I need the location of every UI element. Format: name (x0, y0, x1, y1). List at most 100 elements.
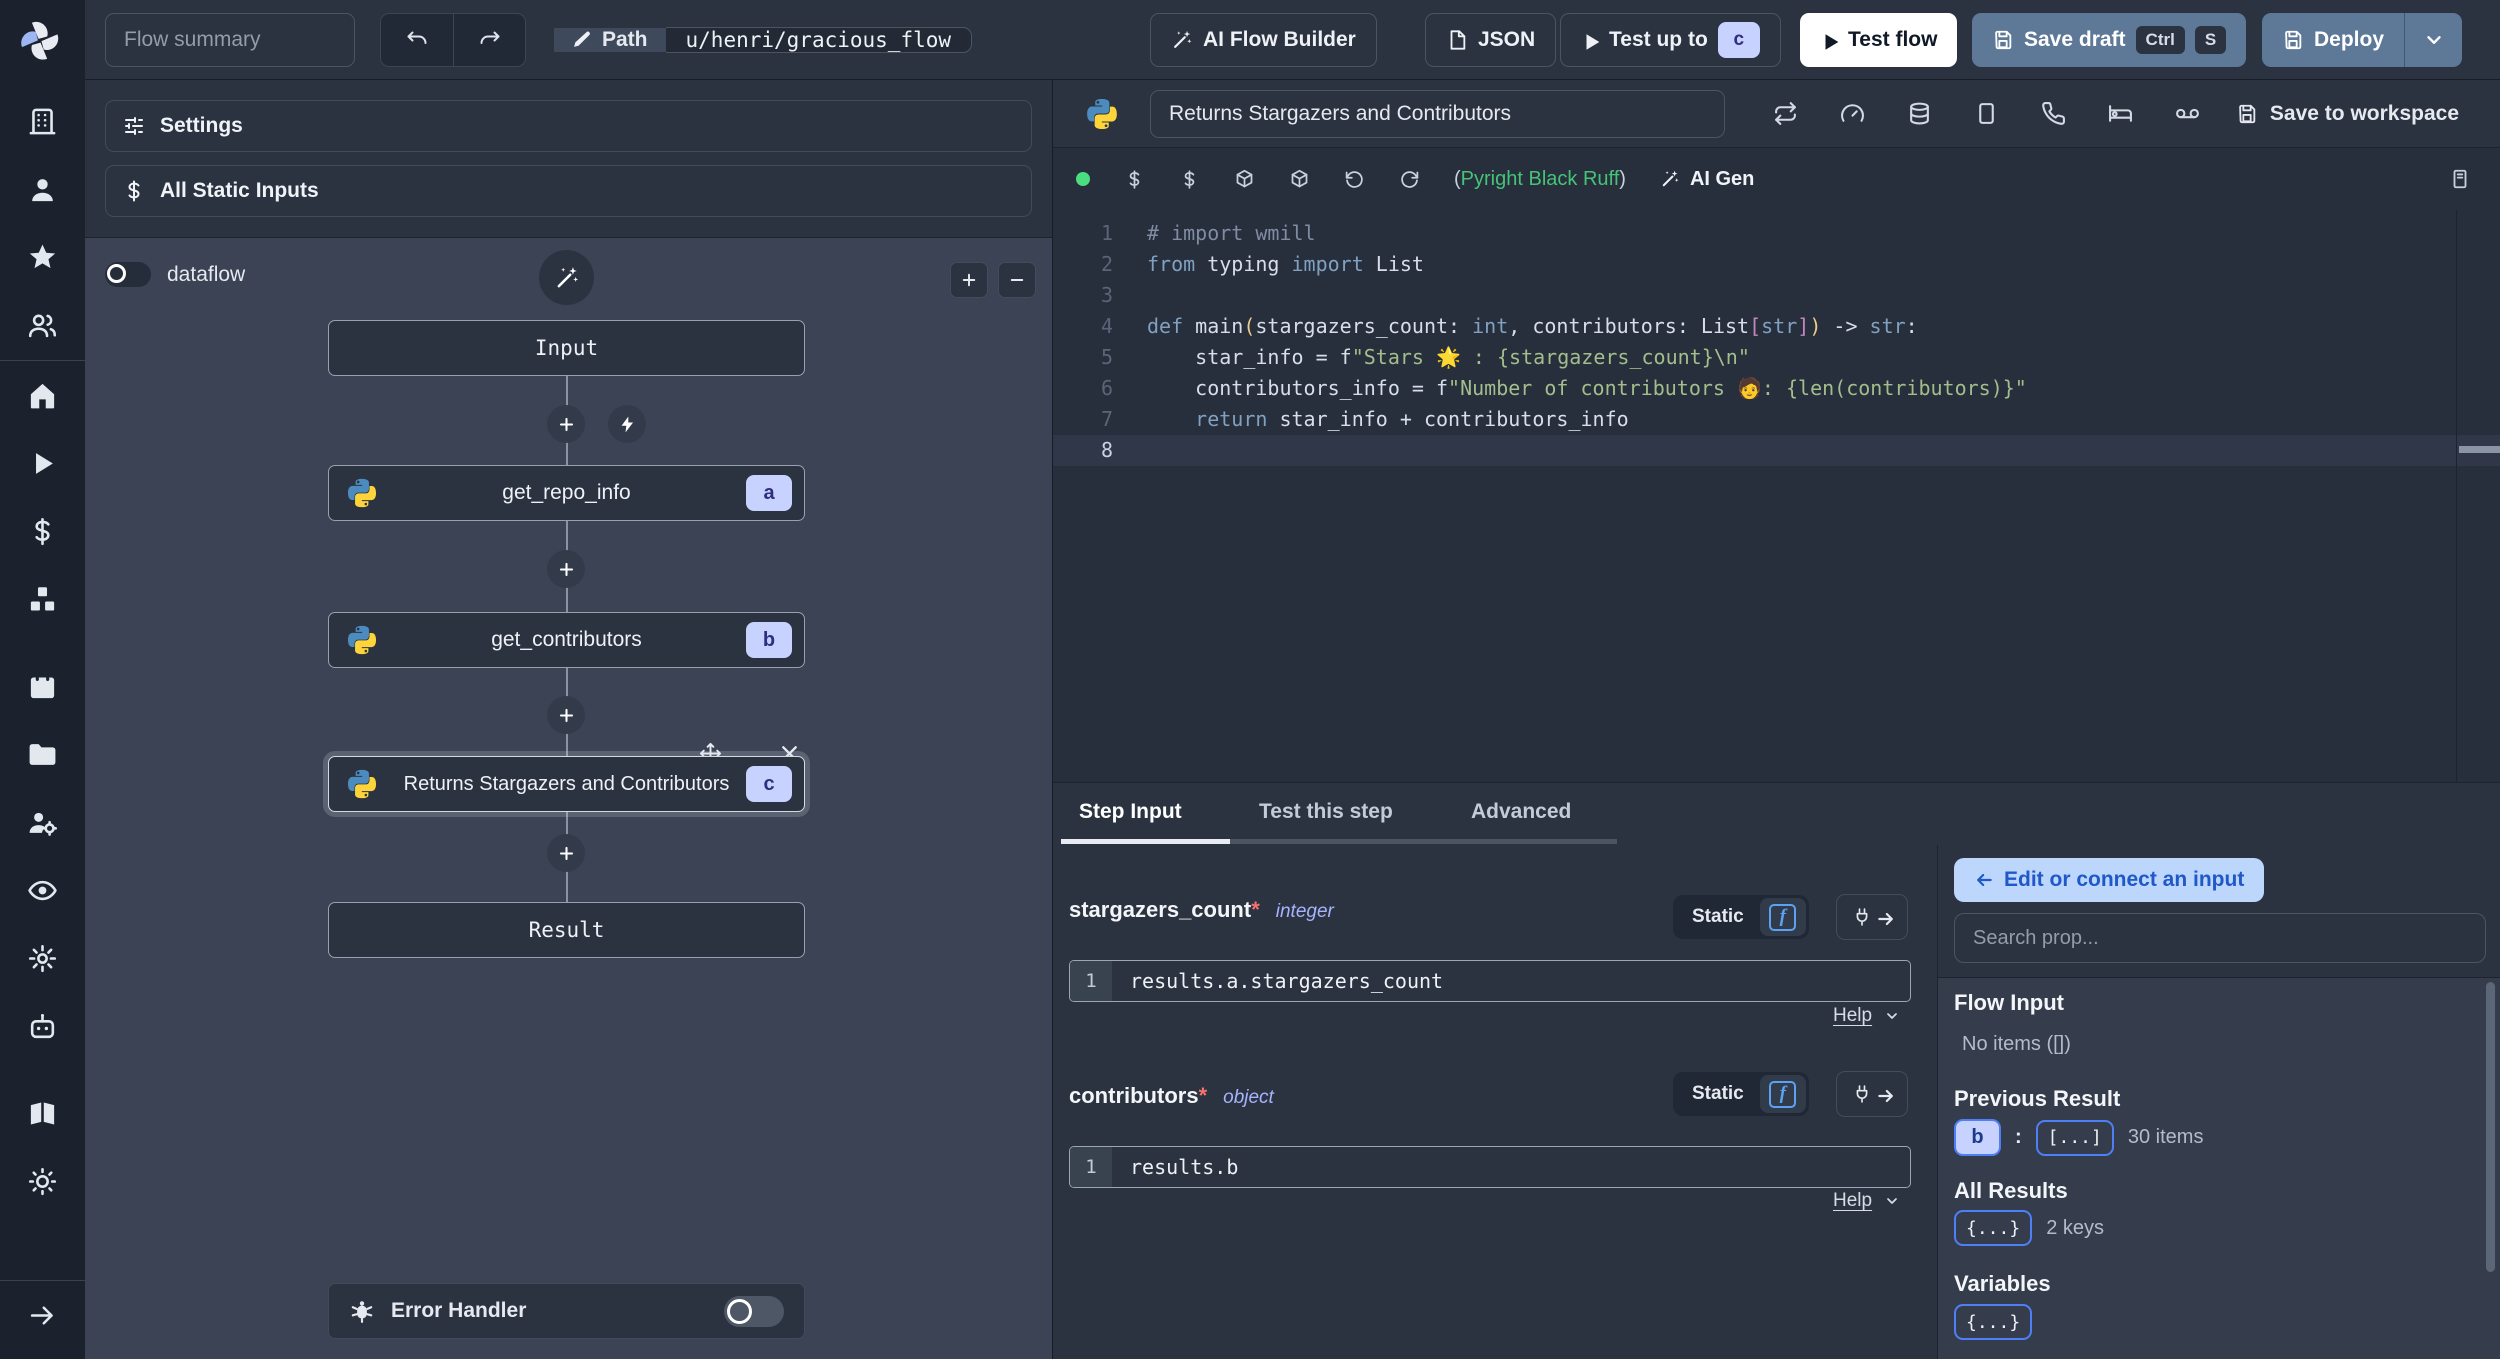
book-icon[interactable] (27, 1098, 58, 1129)
path-value[interactable]: u/henri/gracious_flow (665, 27, 973, 53)
test-up-to-button[interactable]: Test up to c (1560, 13, 1781, 67)
ai-gen-button[interactable]: AI Gen (1660, 168, 1754, 191)
gear-icon[interactable] (27, 943, 58, 974)
add-step-button[interactable] (547, 696, 585, 734)
node-step-b[interactable]: get_contributors b (328, 612, 805, 668)
tab-step-input[interactable]: Step Input (1079, 783, 1182, 841)
code-line[interactable]: 7 return star_info + contributors_info (1053, 404, 2500, 435)
node-result[interactable]: Result (328, 902, 805, 958)
code-line[interactable]: 3 (1053, 280, 2500, 311)
props-scrollbar-thumb[interactable] (2486, 982, 2495, 1272)
user-icon[interactable] (27, 174, 58, 205)
step-input-form: stargazers_count* integer Static f 1 res… (1053, 845, 1937, 1359)
save-icon (1992, 29, 2014, 51)
folder-icon[interactable] (27, 739, 58, 770)
building-icon[interactable] (27, 106, 58, 137)
editor-scrollbar-thumb[interactable] (2459, 446, 2500, 453)
zoom-in-button[interactable] (950, 262, 988, 298)
flow-settings-button[interactable]: Settings (105, 100, 1032, 152)
expression-input[interactable]: 1 results.a.stargazers_count (1069, 960, 1911, 1002)
ai-wand-button[interactable] (539, 250, 594, 305)
retry-icon[interactable] (1773, 101, 1798, 126)
suspend-phone-icon[interactable] (2041, 101, 2066, 126)
user-cog-icon[interactable] (27, 807, 58, 838)
code-line[interactable]: 2 from typing import List (1053, 249, 2500, 280)
all-static-inputs-button[interactable]: All Static Inputs (105, 165, 1032, 217)
deploy-button[interactable]: Deploy (2262, 13, 2405, 67)
trigger-bolt-button[interactable] (608, 405, 646, 443)
connect-input-button[interactable] (1836, 1071, 1908, 1117)
sun-icon[interactable] (27, 1166, 58, 1197)
package-icon[interactable] (1234, 169, 1255, 190)
package-icon[interactable] (1289, 169, 1310, 190)
variables-row: {...} (1954, 1304, 2033, 1340)
dataflow-toggle[interactable] (105, 262, 151, 287)
tab-advanced[interactable]: Advanced (1471, 783, 1571, 841)
dollar-icon[interactable] (1124, 169, 1145, 190)
arrow-right-icon[interactable] (27, 1300, 58, 1331)
code-line[interactable]: 6 contributors_info = f"Number of contri… (1053, 373, 2500, 404)
code-line[interactable]: 8 (1053, 435, 2500, 466)
undo-button[interactable] (381, 14, 453, 66)
node-step-c-selected[interactable]: Returns Stargazers and Contributors c (328, 756, 805, 812)
sleep-bed-icon[interactable] (2108, 101, 2133, 126)
array-value-badge[interactable]: [...] (2035, 1119, 2114, 1156)
windmill-logo[interactable] (0, 0, 85, 80)
edit-or-connect-button[interactable]: Edit or connect an input (1954, 858, 2265, 902)
add-step-button[interactable] (547, 834, 585, 872)
help-link[interactable]: Help (1833, 1005, 1900, 1027)
calendar-icon[interactable] (27, 671, 58, 702)
step-title-input[interactable] (1150, 89, 1725, 138)
dollar-icon[interactable] (27, 516, 58, 547)
object-value-badge[interactable]: {...} (1954, 1304, 2033, 1340)
redo-button[interactable] (453, 14, 525, 66)
json-button[interactable]: JSON (1425, 13, 1557, 67)
bot-icon[interactable] (27, 1011, 58, 1042)
cache-database-icon[interactable] (1907, 101, 1932, 126)
add-step-button[interactable] (547, 550, 585, 588)
ai-flow-builder-button[interactable]: AI Flow Builder (1150, 13, 1377, 67)
reset-icon[interactable] (1344, 169, 1365, 190)
prop-search-input[interactable] (1954, 913, 2486, 963)
editor-toolbar: (Pyright Black Ruff) AI Gen (1053, 148, 2500, 210)
dollar-icon[interactable] (1179, 169, 1200, 190)
concurrency-gauge-icon[interactable] (1840, 101, 1865, 126)
input-mode-toggle[interactable]: Static f (1673, 1072, 1809, 1116)
code-line[interactable]: 5 star_info = f"Stars 🌟 : {stargazers_co… (1053, 342, 2500, 373)
error-handler-toggle[interactable] (724, 1295, 784, 1327)
function-icon: f (1769, 903, 1797, 931)
step-id-badge[interactable]: b (1954, 1119, 2001, 1156)
code-line[interactable]: 1 # import wmill (1053, 218, 2500, 249)
deploy-dropdown-button[interactable] (2404, 13, 2463, 67)
code-line[interactable]: 4 def main(stargazers_count: int, contrib… (1053, 311, 2500, 342)
star-icon[interactable] (27, 242, 58, 273)
path-chip[interactable]: Path u/henri/gracious_flow (553, 13, 973, 67)
object-value-badge[interactable]: {...} (1954, 1210, 2033, 1246)
save-to-workspace-button[interactable]: Save to workspace (2236, 102, 2459, 126)
eye-icon[interactable] (27, 875, 58, 906)
connect-input-button[interactable] (1836, 894, 1908, 940)
add-step-button[interactable] (547, 405, 585, 443)
boxes-icon[interactable] (27, 584, 58, 615)
node-input[interactable]: Input (328, 320, 805, 376)
tab-test-this-step[interactable]: Test this step (1259, 783, 1393, 841)
flow-graph-panel: Settings All Static Inputs dataflow Inpu… (85, 80, 1052, 1359)
bolt-icon (618, 415, 637, 434)
users-icon[interactable] (27, 310, 58, 341)
zoom-out-button[interactable] (998, 262, 1036, 298)
home-icon[interactable] (27, 380, 58, 411)
reload-icon[interactable] (1399, 169, 1420, 190)
play-icon[interactable] (27, 448, 58, 479)
expression-input[interactable]: 1 results.b (1069, 1146, 1911, 1188)
help-link[interactable]: Help (1833, 1190, 1900, 1212)
mock-icon[interactable] (1974, 101, 1999, 126)
flow-summary-input[interactable] (105, 13, 355, 67)
error-handler-node[interactable]: Error Handler (328, 1283, 805, 1339)
code-editor[interactable]: 1 # import wmill 2 from typing import List 3… (1053, 210, 2500, 782)
library-icon[interactable] (2449, 168, 2471, 190)
lifetime-voicemail-icon[interactable] (2175, 101, 2200, 126)
save-draft-button[interactable]: Save draft Ctrl S (1972, 13, 2247, 67)
test-flow-button[interactable]: Test flow (1800, 13, 1958, 67)
node-step-a[interactable]: get_repo_info a (328, 465, 805, 521)
input-mode-toggle[interactable]: Static f (1673, 895, 1809, 939)
